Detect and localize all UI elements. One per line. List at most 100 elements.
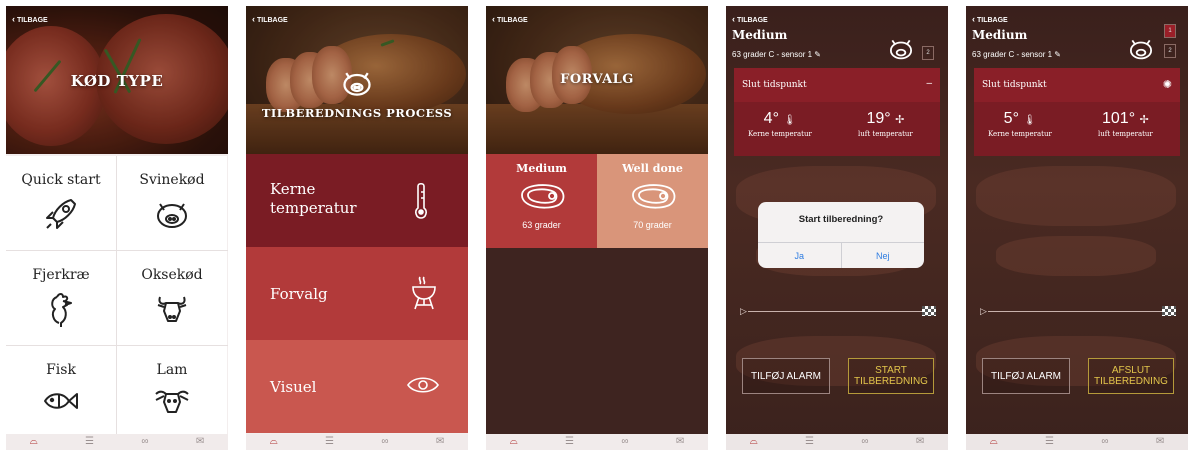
mail-icon[interactable]: ✉ bbox=[1156, 434, 1164, 450]
add-alarm-button[interactable]: TILFØJ ALARM bbox=[982, 358, 1070, 394]
checkered-flag-icon bbox=[1162, 306, 1176, 316]
screen-cooking-process: ‹ TILBAGE TILBEREDNINGS PROCESS Kerne tem… bbox=[246, 6, 468, 450]
fan-icon: ✢ bbox=[1139, 114, 1149, 126]
progress-slider[interactable]: ▷ bbox=[980, 306, 1176, 316]
end-cooking-button[interactable]: AFSLUT TILBEREDNING bbox=[1088, 358, 1174, 394]
fish-icon bbox=[44, 393, 78, 409]
tab-bar: ⌓ ☰ ∞ ✉ bbox=[6, 434, 228, 450]
end-time-label: Slut tidspunkt bbox=[734, 68, 940, 102]
status-panel: Slut tidspunkt – 4° 🌡 Kerne temperatur 1… bbox=[734, 68, 940, 156]
chevron-left-icon: ‹ bbox=[972, 14, 975, 24]
air-temperature: 101° ✢ luft temperatur bbox=[1098, 110, 1153, 138]
screen-meat-type: ‹ TILBAGE KØD TYPE Quick start Svinekød F… bbox=[6, 6, 228, 450]
back-button[interactable]: ‹ TILBAGE bbox=[492, 14, 528, 24]
sensor-icon[interactable]: ∞ bbox=[1101, 434, 1108, 450]
air-temperature: 19° ✢ luft temperatur bbox=[858, 110, 913, 138]
sliders-icon[interactable]: ☰ bbox=[325, 434, 334, 450]
pot-icon[interactable]: ⌓ bbox=[990, 434, 998, 450]
sensor-icon[interactable]: ∞ bbox=[621, 434, 628, 450]
back-button[interactable]: ‹ TILBAGE bbox=[972, 14, 1008, 24]
pencil-icon[interactable]: ✎ bbox=[814, 50, 821, 59]
tab-bar: ⌓ ☰ ∞ ✉ bbox=[486, 434, 708, 450]
tab-bar: ⌓ ☰ ∞ ✉ bbox=[246, 434, 468, 450]
category-fish[interactable]: Fisk bbox=[6, 346, 116, 440]
option-visual[interactable]: Visuel bbox=[246, 340, 468, 433]
pencil-icon[interactable]: ✎ bbox=[1054, 50, 1061, 59]
cooking-title: Medium bbox=[972, 28, 1028, 42]
back-button[interactable]: ‹ TILBAGE bbox=[732, 14, 768, 24]
divider bbox=[6, 250, 228, 251]
pot-icon[interactable]: ⌓ bbox=[750, 434, 758, 450]
checkered-flag-icon bbox=[922, 306, 936, 316]
category-beef[interactable]: Oksekød bbox=[117, 251, 227, 345]
back-button[interactable]: ‹ TILBAGE bbox=[252, 14, 288, 24]
sensor-selector-2[interactable]: 2 bbox=[1164, 44, 1176, 58]
thermometer-icon bbox=[415, 182, 427, 219]
confirm-dialog: Start tilberedning? Ja Nej bbox=[758, 202, 924, 268]
category-lamb[interactable]: Lam bbox=[117, 346, 227, 440]
page-title: KØD TYPE bbox=[70, 72, 164, 90]
status-panel: Slut tidspunkt ✺ 5° 🌡 Kerne temperatur 1… bbox=[974, 68, 1180, 156]
divider bbox=[116, 156, 117, 438]
start-cooking-button[interactable]: START TILBEREDNING bbox=[848, 358, 934, 394]
page-title: TILBEREDNINGS PROCESS bbox=[261, 106, 453, 120]
confirm-yes-button[interactable]: Ja bbox=[758, 243, 842, 268]
add-alarm-button[interactable]: TILFØJ ALARM bbox=[742, 358, 830, 394]
sliders-icon[interactable]: ☰ bbox=[1045, 434, 1054, 450]
pig-icon bbox=[343, 72, 371, 96]
back-button[interactable]: ‹ TILBAGE bbox=[12, 14, 48, 24]
eye-icon bbox=[407, 377, 439, 393]
end-time-label: Slut tidspunkt bbox=[974, 68, 1180, 102]
category-quick-start[interactable]: Quick start bbox=[6, 156, 116, 250]
cooking-title: Medium bbox=[732, 28, 788, 42]
core-temperature: 4° 🌡 Kerne temperatur bbox=[748, 110, 812, 138]
category-pork[interactable]: Svinekød bbox=[117, 156, 227, 250]
pot-icon[interactable]: ⌓ bbox=[270, 434, 278, 450]
preset-well-done[interactable]: Well done 70 grader bbox=[597, 154, 708, 248]
chevron-left-icon: ‹ bbox=[732, 14, 735, 24]
screen-cooking-active: ‹ TILBAGE Medium 63 grader C - sensor 1 ✎… bbox=[966, 6, 1188, 450]
chevron-left-icon: ‹ bbox=[12, 14, 15, 24]
play-icon: ▷ bbox=[740, 306, 747, 316]
loading-spinner-icon: ✺ bbox=[1162, 79, 1172, 91]
sliders-icon[interactable]: ☰ bbox=[85, 434, 94, 450]
cooking-subtitle: 63 grader C - sensor 1 ✎ bbox=[732, 50, 821, 59]
sheep-icon bbox=[155, 390, 189, 413]
preset-medium[interactable]: Medium 63 grader bbox=[486, 154, 597, 248]
mail-icon[interactable]: ✉ bbox=[196, 434, 204, 450]
sliders-icon[interactable]: ☰ bbox=[805, 434, 814, 450]
cooking-subtitle: 63 grader C - sensor 1 ✎ bbox=[972, 50, 1061, 59]
mail-icon[interactable]: ✉ bbox=[436, 434, 444, 450]
pig-icon bbox=[889, 39, 913, 60]
pot-icon[interactable]: ⌓ bbox=[30, 434, 38, 450]
screen-cooking-start: ‹ TILBAGE Medium 63 grader C - sensor 1 ✎… bbox=[726, 6, 948, 450]
option-preset[interactable]: Forvalg bbox=[246, 247, 468, 340]
rocket-icon bbox=[46, 199, 76, 229]
sliders-icon[interactable]: ☰ bbox=[565, 434, 574, 450]
pig-icon bbox=[1129, 39, 1153, 60]
chevron-left-icon: ‹ bbox=[252, 14, 255, 24]
mail-icon[interactable]: ✉ bbox=[916, 434, 924, 450]
option-core-temperature[interactable]: Kerne temperatur bbox=[246, 154, 468, 247]
sensor-icon[interactable]: ∞ bbox=[141, 434, 148, 450]
sensor-selector-1[interactable]: 1 bbox=[1164, 24, 1176, 38]
chicken-icon bbox=[51, 293, 72, 327]
page-title: FORVALG bbox=[560, 72, 634, 87]
fan-icon: ✢ bbox=[895, 114, 905, 126]
core-temperature: 5° 🌡 Kerne temperatur bbox=[988, 110, 1052, 138]
screen-preset: ‹ TILBAGE FORVALG Medium 63 grader Well d… bbox=[486, 6, 708, 450]
cow-icon bbox=[157, 296, 187, 322]
pot-icon[interactable]: ⌓ bbox=[510, 434, 518, 450]
thermometer-icon: 🌡 bbox=[783, 115, 797, 126]
divider bbox=[6, 345, 228, 346]
sensor-icon[interactable]: ∞ bbox=[381, 434, 388, 450]
pig-icon bbox=[157, 203, 187, 228]
progress-slider[interactable]: ▷ bbox=[740, 306, 936, 316]
confirm-no-button[interactable]: Nej bbox=[842, 243, 925, 268]
sensor-icon[interactable]: ∞ bbox=[861, 434, 868, 450]
thermometer-icon: 🌡 bbox=[1023, 115, 1037, 126]
chevron-left-icon: ‹ bbox=[492, 14, 495, 24]
category-poultry[interactable]: Fjerkræ bbox=[6, 251, 116, 345]
sensor-selector-2[interactable]: 2 bbox=[922, 46, 934, 60]
mail-icon[interactable]: ✉ bbox=[676, 434, 684, 450]
